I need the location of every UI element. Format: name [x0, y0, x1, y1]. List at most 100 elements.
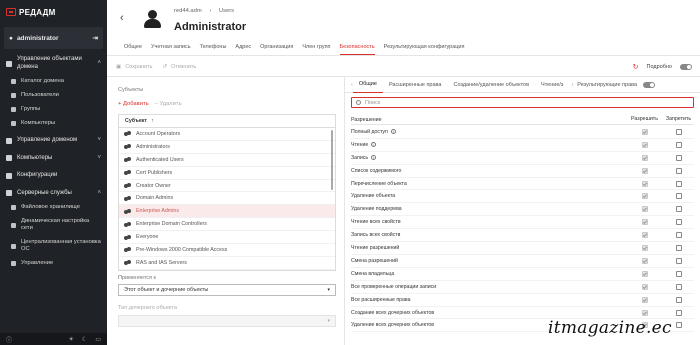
sidebar-item[interactable]: Компьютеры: [0, 120, 107, 127]
apply-to-select[interactable]: Этот объект и дочерние объекты ▾: [118, 284, 336, 296]
sidebar-item[interactable]: Каталог домена: [0, 78, 107, 85]
deny-checkbox[interactable]: [675, 180, 682, 187]
info-icon[interactable]: i: [371, 142, 377, 148]
permission-tab[interactable]: Расширенные права: [383, 77, 448, 93]
deny-checkbox[interactable]: [675, 322, 682, 329]
tabs-right-arrow-icon[interactable]: ›: [571, 82, 573, 88]
deny-checkbox[interactable]: [675, 270, 682, 277]
main-panel: ‹ red44.adm › Users Administrator Общее У…: [107, 0, 700, 345]
back-icon[interactable]: ‹: [120, 12, 124, 24]
sidebar-item[interactable]: Файловое хранилище: [0, 204, 107, 211]
sidebar-item[interactable]: Пользователи: [0, 92, 107, 99]
result-rights-toggle[interactable]: [643, 81, 656, 88]
list-item[interactable]: RAS and IAS Servers: [119, 257, 335, 270]
deny-checkbox[interactable]: [675, 309, 682, 316]
allow-checkbox[interactable]: [641, 206, 648, 213]
deny-checkbox[interactable]: [675, 283, 682, 290]
tab[interactable]: Член групп: [302, 44, 330, 55]
list-item[interactable]: Enterprise Domain Controllers: [119, 218, 335, 232]
permission-tab[interactable]: Создание/удаление объектов: [447, 77, 535, 93]
tab[interactable]: Безопасность: [339, 44, 375, 55]
deny-checkbox[interactable]: [675, 167, 682, 174]
theme-icon[interactable]: ☀: [69, 336, 74, 343]
list-item[interactable]: Account Operators: [119, 128, 335, 141]
info-icon[interactable]: i: [371, 155, 377, 161]
sidebar-item[interactable]: Динамическая настройка сети: [0, 218, 107, 232]
sidebar-item[interactable]: Серверные службы ˄: [0, 190, 107, 198]
deny-checkbox[interactable]: [675, 232, 682, 239]
allow-checkbox[interactable]: [641, 219, 648, 226]
cancel-button[interactable]: ↺ Отменить: [163, 64, 197, 70]
tab[interactable]: Адрес: [235, 44, 251, 55]
remove-button[interactable]: – Удалить: [155, 101, 182, 107]
allow-checkbox[interactable]: [641, 270, 648, 277]
sidebar-item[interactable]: Управление: [0, 260, 107, 267]
allow-checkbox[interactable]: [641, 283, 648, 290]
search-input[interactable]: Поиск: [351, 97, 694, 108]
deny-checkbox[interactable]: [675, 206, 682, 213]
sidebar-item[interactable]: Централизованная установка ОС: [0, 239, 107, 253]
deny-checkbox[interactable]: [675, 245, 682, 252]
breadcrumb-domain[interactable]: red44.adm: [174, 8, 202, 14]
deny-checkbox[interactable]: [675, 141, 682, 148]
chevron-down-icon: ˅: [97, 137, 101, 143]
list-item[interactable]: Cert Publishers: [119, 167, 335, 180]
user-menu[interactable]: ● administrator ⇥: [4, 27, 103, 49]
permission-tab[interactable]: Чтение/з: [535, 77, 569, 93]
deny-checkbox[interactable]: [675, 128, 682, 135]
list-item[interactable]: Enterprise Admins: [119, 205, 335, 219]
deny-checkbox[interactable]: [675, 296, 682, 303]
sidebar-item[interactable]: Управление доменом ˅: [0, 137, 107, 145]
list-item[interactable]: Creator Owner: [119, 180, 335, 193]
permission-tabs: ‹ Общие Расширенные права Создание/удалени…: [345, 77, 700, 93]
deny-checkbox[interactable]: [675, 219, 682, 226]
deny-checkbox[interactable]: [675, 257, 682, 264]
logout-icon[interactable]: ⇥: [93, 34, 98, 42]
allow-checkbox[interactable]: [641, 193, 648, 200]
list-item[interactable]: Everyone: [119, 231, 335, 245]
tab[interactable]: Учетная запись: [151, 44, 191, 55]
list-item[interactable]: Pre-Windows 2000 Compatible Access: [119, 244, 335, 257]
list-scrollbar[interactable]: [331, 130, 333, 190]
allow-checkbox[interactable]: [641, 180, 648, 187]
tab[interactable]: Результирующая конфигурация: [384, 44, 465, 55]
allow-checkbox[interactable]: [641, 154, 648, 161]
info-icon[interactable]: ⓘ: [6, 335, 12, 344]
table-row: Перечисление объекта: [351, 178, 694, 191]
allow-checkbox[interactable]: [641, 141, 648, 148]
search-icon: [356, 100, 361, 105]
permission-tab[interactable]: Общие: [352, 77, 383, 93]
tab[interactable]: Общее: [124, 44, 142, 55]
add-button[interactable]: + Добавить: [118, 101, 149, 107]
save-button[interactable]: ▣ Сохранить: [116, 64, 153, 70]
subject-column-header[interactable]: Субъект ↑: [119, 115, 335, 128]
dark-theme-icon[interactable]: ☾: [82, 336, 87, 343]
allow-checkbox[interactable]: [641, 245, 648, 252]
allow-checkbox[interactable]: [641, 232, 648, 239]
allow-checkbox[interactable]: [641, 257, 648, 264]
allow-checkbox[interactable]: [641, 167, 648, 174]
list-item[interactable]: Authenticated Users: [119, 154, 335, 167]
nav-icon: [11, 79, 16, 84]
tab[interactable]: Телефоны: [200, 44, 227, 55]
detailed-toggle[interactable]: [680, 64, 692, 70]
window-icon[interactable]: ▭: [95, 336, 101, 343]
info-icon[interactable]: i: [390, 129, 396, 135]
list-item[interactable]: Domain Admins: [119, 192, 335, 206]
sidebar-item[interactable]: Компьютеры ˅: [0, 155, 107, 163]
sidebar-item[interactable]: Группы: [0, 106, 107, 113]
deny-checkbox[interactable]: [675, 154, 682, 161]
allow-checkbox[interactable]: [641, 309, 648, 316]
tab[interactable]: Организация: [260, 44, 293, 55]
breadcrumb-users[interactable]: Users: [219, 8, 234, 14]
sidebar-item[interactable]: Управление объектами домена ˄: [0, 56, 107, 71]
child-type-select[interactable]: ▾: [118, 315, 336, 327]
breadcrumb: red44.adm › Users: [174, 8, 240, 14]
allow-checkbox[interactable]: [641, 296, 648, 303]
deny-checkbox[interactable]: [675, 193, 682, 200]
list-item[interactable]: Administrators: [119, 141, 335, 154]
allow-checkbox[interactable]: [641, 128, 648, 135]
table-row: Смена разрешений: [351, 255, 694, 268]
sidebar-item[interactable]: Конфигурации: [0, 172, 107, 180]
refresh-icon[interactable]: ↻: [633, 63, 639, 71]
